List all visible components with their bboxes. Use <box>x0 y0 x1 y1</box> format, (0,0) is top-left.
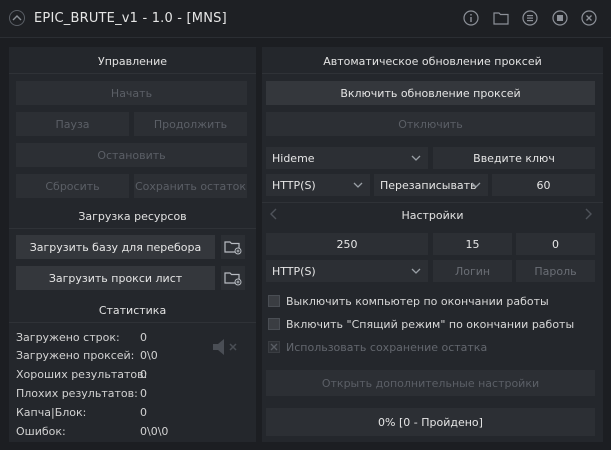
sleep-checkbox[interactable] <box>268 318 280 330</box>
enable-proxy-update-button[interactable]: Включить обновление проксей <box>266 81 595 105</box>
info-icon[interactable] <box>462 9 480 27</box>
stop-icon[interactable] <box>551 9 569 27</box>
load-base-folder-button[interactable] <box>221 235 245 259</box>
chevron-right-icon[interactable] <box>584 208 592 223</box>
more-settings-button[interactable]: Открыть дополнительные настройки <box>266 370 595 396</box>
proxy-proto-select[interactable]: HTTP(S) <box>266 174 370 196</box>
stat-label: Ошибок: <box>16 425 66 438</box>
stat-value: 0\0 <box>140 349 158 362</box>
stat-label: Загружено проксей: <box>16 349 135 362</box>
settings-heading: Настройки <box>401 209 464 222</box>
divider <box>262 73 603 74</box>
pause-button[interactable]: Пауза <box>16 112 129 136</box>
proxy-mode-select[interactable]: Перезаписывать <box>374 174 488 196</box>
enter-key-button[interactable]: Введите ключ <box>433 147 595 169</box>
save-rest-button[interactable]: Сохранить остаток <box>134 174 247 198</box>
stat-value: 0 <box>140 368 147 381</box>
settings-proto-select[interactable]: HTTP(S) <box>266 260 428 282</box>
divider <box>9 73 256 74</box>
stat-label: Хороших результатов: <box>16 368 148 381</box>
proxy-mode-value: Перезаписывать <box>380 178 477 192</box>
list-icon[interactable] <box>521 9 539 27</box>
proxy-proto-value: HTTP(S) <box>272 178 316 192</box>
chevron-down-icon <box>353 182 363 188</box>
login-input[interactable]: Логин <box>433 260 512 282</box>
stat-label: Капча|Блок: <box>16 406 87 419</box>
threads-input[interactable]: 250 <box>266 233 428 255</box>
app-logo-icon <box>9 10 25 26</box>
chevron-down-icon <box>411 155 421 161</box>
stat-label: Загружено строк: <box>16 331 120 344</box>
proxy-update-heading: Автоматическое обновление проксей <box>323 55 542 68</box>
sleep-label: Включить "Спящий режим" по окончании раб… <box>286 318 575 331</box>
chevron-down-icon <box>411 268 421 274</box>
folder-add-icon <box>224 241 242 255</box>
stat-value: 0 <box>140 387 147 400</box>
load-proxy-button[interactable]: Загрузить прокси лист <box>16 266 215 290</box>
folder-add-icon <box>224 272 242 286</box>
close-icon[interactable] <box>580 9 598 27</box>
stat-value: 0\0\0 <box>140 425 169 438</box>
settings-proto-value: HTTP(S) <box>272 264 316 278</box>
folder-icon[interactable] <box>492 9 510 27</box>
load-proxy-folder-button[interactable] <box>221 266 245 290</box>
close-icon <box>270 343 278 351</box>
save-rest-checkbox[interactable] <box>268 341 280 353</box>
divider <box>9 228 256 229</box>
retries-input[interactable]: 0 <box>516 233 595 255</box>
load-base-button[interactable]: Загрузить базу для перебора <box>16 235 215 259</box>
progress-text: 0% [0 - Пройдено] <box>378 415 483 429</box>
stats-heading: Статистика <box>98 304 167 317</box>
save-rest-label: Использовать сохранение остатка <box>286 341 488 354</box>
proxy-source-value: Hideme <box>272 151 315 165</box>
stat-value: 0 <box>140 406 147 419</box>
title-bar: EPIC_BRUTE_v1 - 1.0 - [MNS] <box>0 0 611 38</box>
stop-button[interactable]: Остановить <box>16 143 247 167</box>
divider <box>262 202 603 203</box>
proxy-interval-input[interactable]: 60 <box>492 174 595 196</box>
chevron-down-icon <box>471 182 481 188</box>
reset-button[interactable]: Сбросить <box>16 174 129 198</box>
disable-proxy-update-button[interactable]: Отключить <box>266 112 595 136</box>
start-button[interactable]: Начать <box>16 81 247 105</box>
resources-heading: Загрузка ресурсов <box>78 210 187 223</box>
stat-value: 0 <box>140 331 147 344</box>
password-input[interactable]: Пароль <box>516 260 595 282</box>
speaker-muted-icon[interactable] <box>211 336 241 361</box>
progress-bar: 0% [0 - Пройдено] <box>266 408 595 436</box>
proxy-source-select[interactable]: Hideme <box>266 147 428 169</box>
divider <box>9 322 256 323</box>
window-title: EPIC_BRUTE_v1 - 1.0 - [MNS] <box>34 11 227 26</box>
shutdown-label: Выключить компьютер по окончании работы <box>286 295 549 308</box>
resume-button[interactable]: Продолжить <box>134 112 247 136</box>
control-heading: Управление <box>97 55 167 68</box>
shutdown-checkbox[interactable] <box>268 295 280 307</box>
timeout-input[interactable]: 15 <box>433 233 512 255</box>
stat-label: Плохих результатов: <box>16 387 138 400</box>
